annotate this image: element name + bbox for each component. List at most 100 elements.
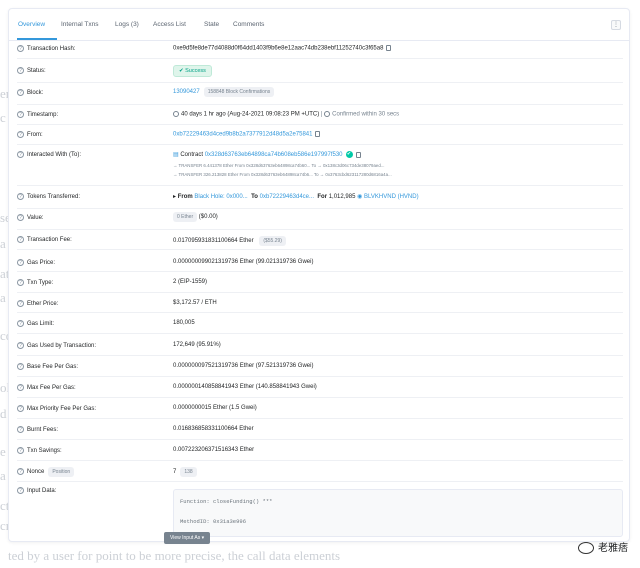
help-icon[interactable]: ? [17, 320, 24, 327]
help-icon[interactable]: ? [17, 363, 24, 370]
tab-logs[interactable]: Logs (3) [115, 21, 139, 28]
label-nonce: ? Nonce Position [17, 467, 75, 477]
background-text: a [0, 236, 6, 251]
ether-price-value: $3,172.57 / ETH [173, 300, 217, 306]
divider [17, 355, 623, 356]
view-input-as-button[interactable]: View Input As ▾ [164, 532, 211, 544]
background-text: e [0, 444, 6, 459]
help-icon[interactable]: ? [17, 193, 24, 200]
help-icon[interactable]: ? [17, 447, 24, 454]
max-priority-fee-value: 0.0000000015 Ether (1.5 Gwei) [173, 405, 257, 411]
block-value: 13090427 158848 Block Confirmations [173, 87, 275, 97]
txn-type-value: 2 (EIP-1559) [173, 279, 208, 285]
divider [17, 208, 623, 209]
label-transaction-fee: ? Transaction Fee: [17, 236, 72, 243]
background-text: ted by a user for point to be more preci… [8, 548, 341, 563]
from-address: 0xb72229463d4ced9b8b2a7377912d48d5a2e758… [173, 131, 321, 138]
help-icon[interactable]: ? [17, 279, 24, 286]
tab-comments[interactable]: Comments [233, 21, 264, 28]
help-icon[interactable]: ? [17, 151, 24, 158]
timestamp-value: 40 days 1 hr ago (Aug-24-2021 09:08:23 P… [173, 111, 399, 118]
gas-price-value: 0.000000099021319736 Ether (99.021319736… [173, 259, 314, 265]
help-icon[interactable]: ? [17, 259, 24, 266]
divider [17, 124, 623, 125]
internal-transfer-line: → TRANSFER 326.213828 Ether From 0x328d6… [173, 172, 392, 177]
label-input-data: ? Input Data: [17, 487, 56, 494]
active-tab-indicator [17, 38, 57, 40]
label-interacted-with: ? Interacted With (To): [17, 151, 81, 158]
label-tokens-transferred: ? Tokens Transferred: [17, 193, 80, 200]
label-block: ? Block: [17, 89, 43, 96]
verified-check-icon: ✔ [345, 151, 353, 158]
status-badge: ✔ Success [173, 65, 212, 77]
label-ether-price: ? Ether Price: [17, 300, 58, 307]
label-transaction-hash: ? Transaction Hash: [17, 45, 75, 52]
method-id: MethodID: 0x31a3e996 [180, 518, 247, 525]
background-text: c [0, 110, 6, 125]
label-timestamp: ? Timestamp: [17, 111, 58, 118]
txn-savings-value: 0.007223206371516343 Ether [173, 447, 255, 453]
more-menu-icon[interactable]: ⋮ [611, 20, 621, 30]
label-from: ? From: [17, 131, 43, 138]
transaction-fee-value: 0.017095931831100664 Ether ($55.29) [173, 236, 286, 246]
divider [17, 460, 623, 461]
background-text: a [0, 468, 6, 483]
token-transfer-value: ▸ From Black Hole: 0x000... To 0xb722294… [173, 194, 419, 200]
contract-address: ▤ Contract 0x328d63763eb64898ca74b608eb5… [173, 151, 361, 158]
base-fee-value: 0.000000097521319736 Ether (97.521319736… [173, 363, 314, 369]
background-text: a [0, 290, 6, 305]
help-icon[interactable]: ? [17, 131, 24, 138]
divider [17, 82, 623, 83]
help-icon[interactable]: ? [17, 467, 24, 475]
block-number-link[interactable]: 13090427 [173, 89, 200, 95]
tab-state[interactable]: State [204, 21, 219, 28]
help-icon[interactable]: ? [17, 300, 24, 307]
divider [17, 249, 623, 250]
help-icon[interactable]: ? [17, 342, 24, 349]
help-icon[interactable]: ? [17, 426, 24, 433]
help-icon[interactable]: ? [17, 111, 24, 118]
label-gas-price: ? Gas Price: [17, 259, 55, 266]
divider [17, 271, 623, 272]
label-burnt-fees: ? Burnt Fees: [17, 426, 58, 433]
copy-icon[interactable] [355, 151, 361, 158]
help-icon[interactable]: ? [17, 487, 24, 494]
divider [17, 185, 623, 186]
internal-transfer-line: → TRANSFER 6.441378 Ether From 0x328d637… [173, 163, 385, 168]
label-txn-type: ? Txn Type: [17, 279, 53, 286]
gas-used-value: 172,649 (95.91%) [173, 342, 221, 348]
nonce-value: 7 138 [173, 467, 197, 477]
help-icon[interactable]: ? [17, 67, 24, 74]
help-icon[interactable]: ? [17, 405, 24, 412]
divider [17, 481, 623, 482]
divider [17, 104, 623, 105]
help-icon[interactable]: ? [17, 236, 24, 243]
label-status: ? Status: [17, 67, 46, 74]
label-value: ? Value: [17, 214, 44, 221]
help-icon[interactable]: ? [17, 89, 24, 96]
divider [17, 292, 623, 293]
divider [17, 397, 623, 398]
divider [17, 376, 623, 377]
tab-overview[interactable]: Overview [18, 21, 45, 28]
transaction-hash-value: 0xe9d5fe8de77d4088d0f64dd1403f9b6e8e12aa… [173, 45, 392, 52]
copy-icon[interactable] [386, 45, 392, 51]
divider [17, 333, 623, 334]
divider [17, 418, 623, 419]
label-gas-used: ? Gas Used by Transaction: [17, 342, 96, 349]
function-signature: Function: closeFunding() *** [180, 498, 273, 505]
tab-access-list[interactable]: Access List [153, 21, 186, 28]
divider [17, 312, 623, 313]
burnt-fees-value: 0.016836858331100664 Ether [173, 426, 254, 432]
token-icon: ◉ [357, 194, 363, 200]
help-icon[interactable]: ? [17, 384, 24, 391]
gas-limit-value: 180,005 [173, 320, 195, 326]
divider [17, 229, 623, 230]
tab-internal-txns[interactable]: Internal Txns [61, 21, 98, 28]
input-data-textarea[interactable]: Function: closeFunding() *** MethodID: 0… [173, 489, 623, 537]
help-icon[interactable]: ? [17, 45, 24, 52]
label-gas-limit: ? Gas Limit: [17, 320, 54, 327]
divider [17, 144, 623, 145]
help-icon[interactable]: ? [17, 214, 24, 221]
copy-icon[interactable] [315, 131, 321, 137]
